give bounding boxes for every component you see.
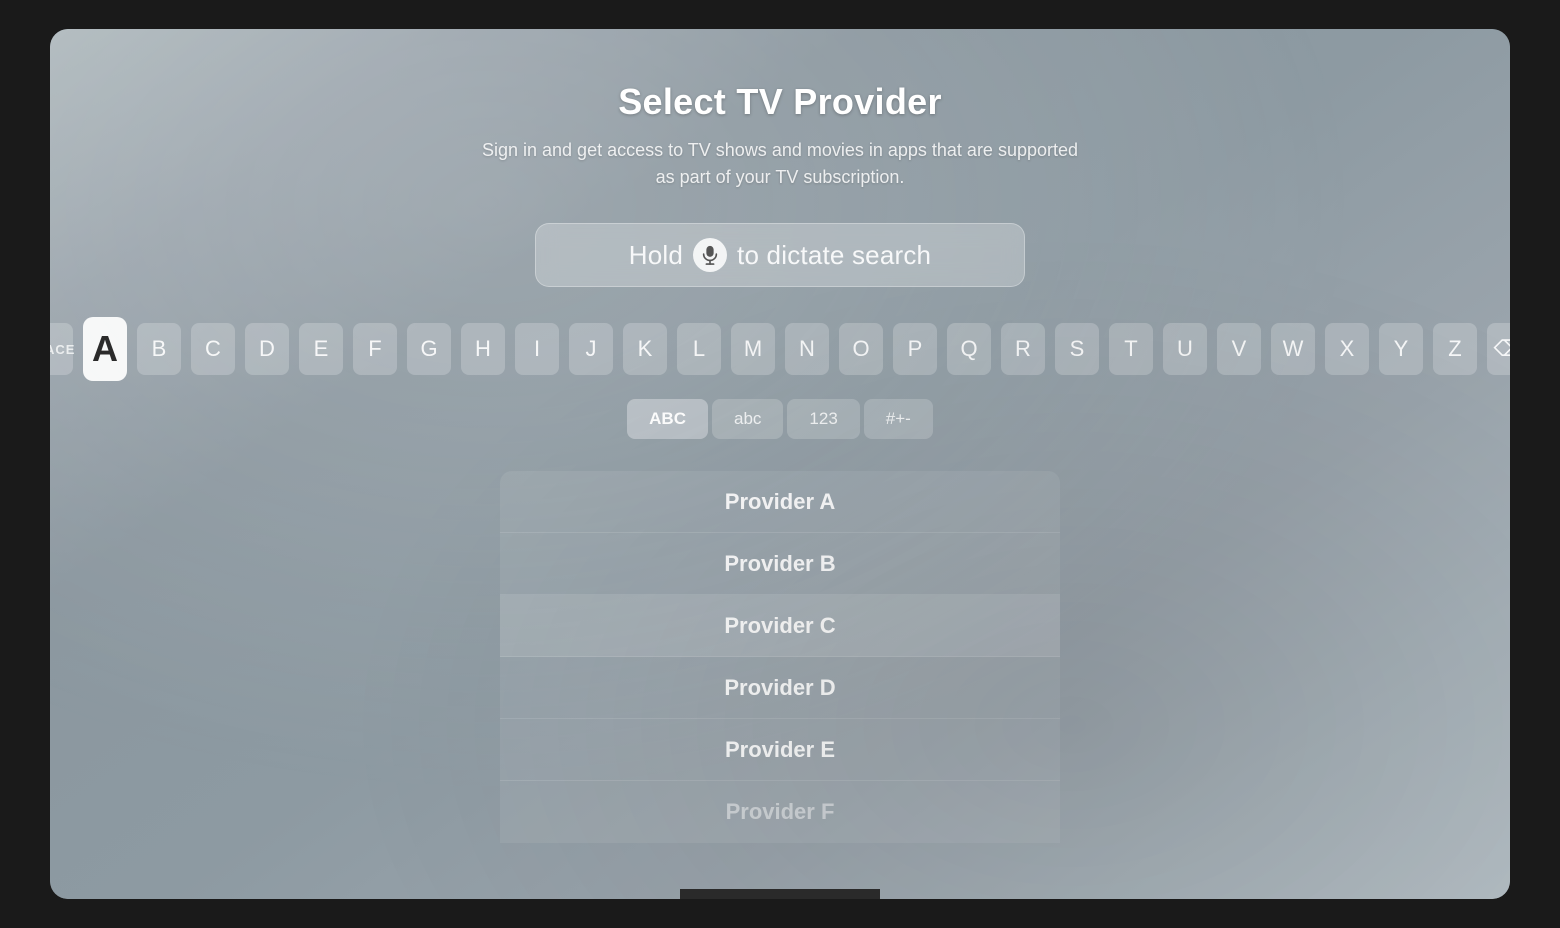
key-f[interactable]: F: [353, 323, 397, 375]
mode-abc-upper[interactable]: ABC: [627, 399, 708, 439]
key-d[interactable]: D: [245, 323, 289, 375]
key-u[interactable]: U: [1163, 323, 1207, 375]
key-a[interactable]: A: [83, 317, 127, 381]
key-c[interactable]: C: [191, 323, 235, 375]
key-x[interactable]: X: [1325, 323, 1369, 375]
key-e[interactable]: E: [299, 323, 343, 375]
dictate-bar[interactable]: Hold to dictate search: [535, 223, 1025, 287]
dictate-suffix: to dictate search: [737, 240, 931, 271]
key-r[interactable]: R: [1001, 323, 1045, 375]
dictate-prefix: Hold: [629, 240, 683, 271]
key-j[interactable]: J: [569, 323, 613, 375]
keyboard-row: SPACE A B C D E F G H I J K L M N O P Q …: [50, 317, 1510, 381]
key-i[interactable]: I: [515, 323, 559, 375]
mode-abc-lower[interactable]: abc: [712, 399, 783, 439]
provider-item-b[interactable]: Provider B: [500, 533, 1060, 595]
key-n[interactable]: N: [785, 323, 829, 375]
screen: Select TV Provider Sign in and get acces…: [50, 29, 1510, 899]
key-p[interactable]: P: [893, 323, 937, 375]
key-m[interactable]: M: [731, 323, 775, 375]
key-t[interactable]: T: [1109, 323, 1153, 375]
mode-numeric[interactable]: 123: [787, 399, 859, 439]
key-l[interactable]: L: [677, 323, 721, 375]
key-v[interactable]: V: [1217, 323, 1261, 375]
provider-item-c[interactable]: Provider C: [500, 595, 1060, 657]
key-k[interactable]: K: [623, 323, 667, 375]
key-b[interactable]: B: [137, 323, 181, 375]
delete-key[interactable]: ⌫: [1487, 323, 1510, 375]
key-z[interactable]: Z: [1433, 323, 1477, 375]
key-q[interactable]: Q: [947, 323, 991, 375]
provider-item-e[interactable]: Provider E: [500, 719, 1060, 781]
tv-frame: Select TV Provider Sign in and get acces…: [50, 29, 1510, 899]
space-key[interactable]: SPACE: [50, 323, 73, 375]
provider-item-f[interactable]: Provider F: [500, 781, 1060, 843]
mode-row: ABC abc 123 #+-: [627, 399, 933, 439]
key-y[interactable]: Y: [1379, 323, 1423, 375]
page-title: Select TV Provider: [618, 81, 942, 123]
key-g[interactable]: G: [407, 323, 451, 375]
key-s[interactable]: S: [1055, 323, 1099, 375]
provider-item-a[interactable]: Provider A: [500, 471, 1060, 533]
page-subtitle: Sign in and get access to TV shows and m…: [470, 137, 1090, 191]
provider-list: Provider A Provider B Provider C Provide…: [500, 471, 1060, 843]
key-w[interactable]: W: [1271, 323, 1315, 375]
mic-icon: [693, 238, 727, 272]
provider-item-d[interactable]: Provider D: [500, 657, 1060, 719]
key-o[interactable]: O: [839, 323, 883, 375]
mode-symbols[interactable]: #+-: [864, 399, 933, 439]
tv-stand: [680, 889, 880, 899]
key-h[interactable]: H: [461, 323, 505, 375]
